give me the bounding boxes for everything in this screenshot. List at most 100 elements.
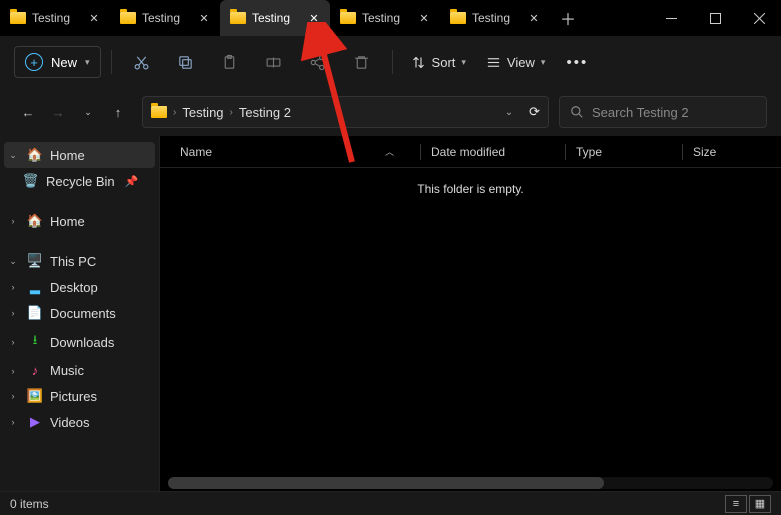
sidebar-item-label: Videos [50,415,90,430]
sidebar-item-label: Recycle Bin [46,174,115,189]
close-icon[interactable]: ✕ [196,10,212,26]
close-icon[interactable]: ✕ [526,10,542,26]
chevron-down-icon: ⌄ [6,150,20,161]
separator [420,144,421,160]
sidebar-item-recycle[interactable]: 🗑️ Recycle Bin 📌 [0,168,159,194]
horizontal-scrollbar[interactable] [168,477,773,489]
folder-icon [120,12,136,24]
maximize-button[interactable] [693,0,737,36]
tab-0[interactable]: Testing ✕ [0,0,110,36]
cut-button[interactable] [122,44,162,80]
tab-4[interactable]: Testing ✕ [440,0,550,36]
chevron-down-icon[interactable]: ⌄ [505,107,513,118]
column-headers: Name ︿ Date modified Type Size [160,136,781,168]
tab-2[interactable]: Testing ✕ [220,0,330,36]
col-date[interactable]: Date modified [431,145,555,159]
close-icon[interactable]: ✕ [416,10,432,26]
folder-icon [230,12,246,24]
downloads-icon: ⭳ [26,331,44,353]
empty-message: This folder is empty. [160,168,781,196]
delete-button[interactable] [342,44,382,80]
chevron-right-icon: › [6,366,20,376]
chevron-right-icon: › [6,282,20,292]
videos-icon: ▶ [26,414,44,430]
sidebar-item-home[interactable]: ⌄ 🏠 Home [4,142,155,168]
close-icon[interactable]: ✕ [86,10,102,26]
chevron-down-icon: ▾ [541,57,546,68]
col-name[interactable]: Name ︿ [180,145,410,159]
copy-button[interactable] [166,44,206,80]
view-icon [486,55,501,70]
folder-icon [10,12,26,24]
view-label: View [507,55,535,70]
plus-icon: + [25,53,43,71]
chevron-right-icon: › [6,216,20,226]
up-button[interactable]: ↑ [104,98,132,126]
sidebar-item-pictures[interactable]: › 🖼️ Pictures [0,383,159,409]
sidebar-item-label: Home [50,214,85,229]
tab-label: Testing [252,11,300,25]
breadcrumb-seg-1[interactable]: Testing [182,105,223,120]
search-icon [570,105,584,119]
search-placeholder: Search Testing 2 [592,105,689,120]
titlebar: Testing ✕ Testing ✕ Testing ✕ Testing ✕ … [0,0,781,36]
separator [392,50,393,74]
sidebar-item-label: Documents [50,306,116,321]
desktop-icon: ▂ [26,279,44,295]
sidebar-item-label: Downloads [50,335,114,350]
refresh-button[interactable]: ⟳ [529,104,540,120]
forward-button[interactable]: → [44,98,72,126]
pin-icon: 📌 [125,175,139,188]
details-view-button[interactable]: ≡ [725,495,747,513]
recent-button[interactable]: ⌄ [74,98,102,126]
home-icon: 🏠 [26,147,44,163]
sort-button[interactable]: Sort ▾ [403,55,474,70]
minimize-button[interactable] [649,0,693,36]
toolbar: + New ▾ Sort ▾ View ▾ ••• [0,36,781,88]
back-button[interactable]: ← [14,98,42,126]
sidebar-item-label: Home [50,148,85,163]
new-button[interactable]: + New ▾ [14,46,101,78]
sidebar-item-videos[interactable]: › ▶ Videos [0,409,159,435]
sidebar-item-home2[interactable]: › 🏠 Home [0,208,159,234]
tab-strip: Testing ✕ Testing ✕ Testing ✕ Testing ✕ … [0,0,649,36]
more-button[interactable]: ••• [557,44,597,80]
content-pane: Name ︿ Date modified Type Size This fold… [160,136,781,491]
pc-icon: 🖥️ [26,253,44,269]
sidebar-item-documents[interactable]: › 📄 Documents [0,300,159,326]
tab-3[interactable]: Testing ✕ [330,0,440,36]
sidebar-item-label: Music [50,363,84,378]
sidebar-item-music[interactable]: › ♪ Music [0,358,159,383]
sidebar-item-thispc[interactable]: ⌄ 🖥️ This PC [0,248,159,274]
search-input[interactable]: Search Testing 2 [559,96,767,128]
view-button[interactable]: View ▾ [478,55,553,70]
address-bar: ← → ⌄ ↑ › Testing › Testing 2 ⌄ ⟳ Search… [0,88,781,136]
col-type[interactable]: Type [576,145,672,159]
rename-button[interactable] [254,44,294,80]
close-icon[interactable]: ✕ [306,10,322,26]
tiles-view-button[interactable]: ▦ [749,495,771,513]
close-button[interactable] [737,0,781,36]
breadcrumb-seg-2[interactable]: Testing 2 [239,105,291,120]
chevron-right-icon: › [6,337,20,347]
chevron-right-icon: › [6,417,20,427]
breadcrumb[interactable]: › Testing › Testing 2 ⌄ ⟳ [142,96,549,128]
pictures-icon: 🖼️ [26,388,44,404]
sidebar-item-label: Desktop [50,280,98,295]
paste-button[interactable] [210,44,250,80]
share-button[interactable] [298,44,338,80]
nav-buttons: ← → ⌄ ↑ [14,98,132,126]
sort-label: Sort [432,55,456,70]
separator [111,50,112,74]
tab-1[interactable]: Testing ✕ [110,0,220,36]
sidebar-item-desktop[interactable]: › ▂ Desktop [0,274,159,300]
tab-label: Testing [32,11,80,25]
tab-label: Testing [362,11,410,25]
sort-asc-icon: ︿ [385,145,394,158]
new-tab-button[interactable]: ＋ [550,0,586,36]
sidebar-item-downloads[interactable]: › ⭳ Downloads [0,326,159,358]
col-size[interactable]: Size [693,145,716,159]
music-icon: ♪ [26,363,44,378]
new-label: New [51,55,77,70]
scrollbar-thumb[interactable] [168,477,604,489]
